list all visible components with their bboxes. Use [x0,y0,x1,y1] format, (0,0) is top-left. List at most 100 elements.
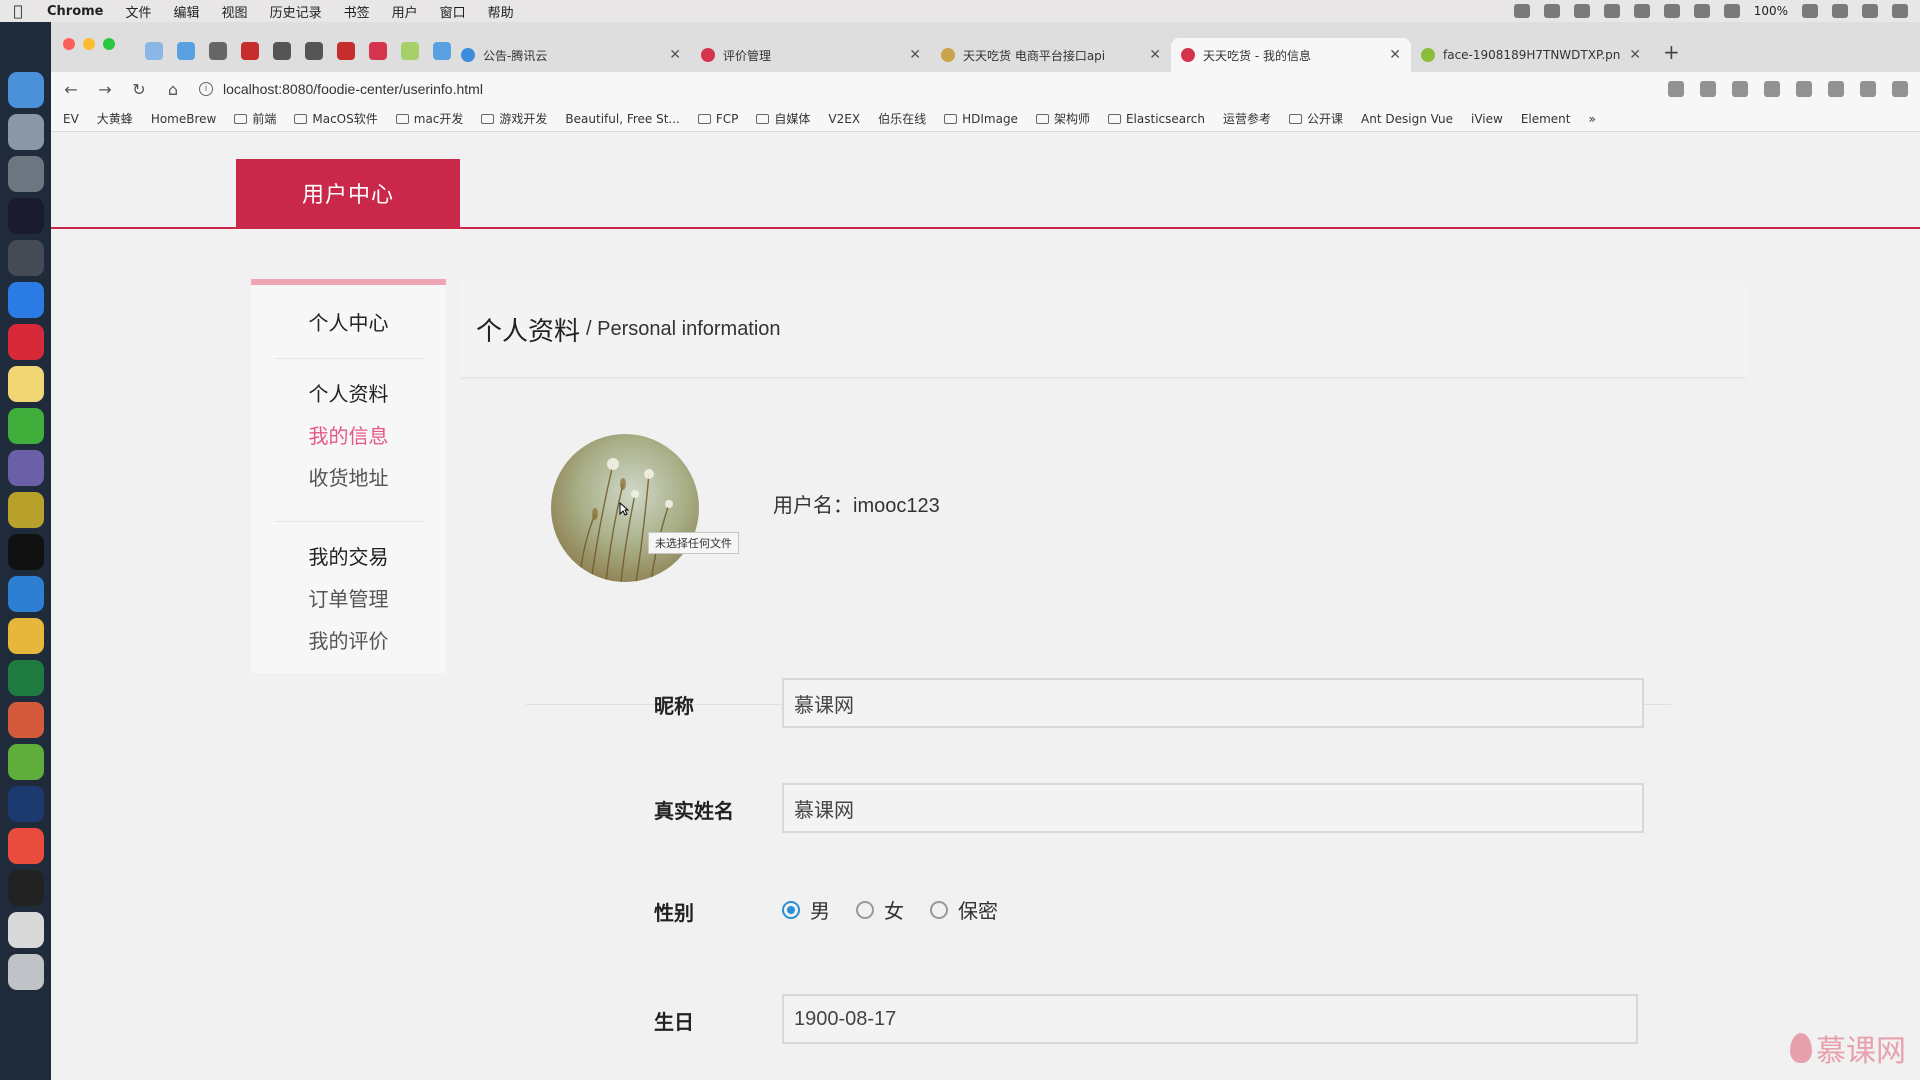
forward-icon[interactable]: → [97,80,113,99]
bookmark-item[interactable]: EV [63,112,79,126]
address-bar[interactable]: i localhost:8080/foodie-center/userinfo.… [199,81,1650,97]
gender-option-male[interactable]: 男 [782,895,830,924]
bookmark-item[interactable]: 运营参考 [1223,110,1271,127]
stickies-icon[interactable] [7,366,44,402]
bookmark-folder[interactable]: 游戏开发 [481,110,547,127]
bookmark-folder[interactable]: 自媒体 [756,110,810,127]
apple-menu-icon[interactable]:  [0,2,36,20]
bookmark-item[interactable]: V2EX [828,112,860,126]
bookmark-item[interactable]: Beautiful, Free St... [565,112,679,126]
menu-bookmarks[interactable]: 书签 [333,2,381,21]
minimize-window-icon[interactable] [83,38,95,50]
user-center-header[interactable]: 用户中心 [236,159,460,227]
status-app-icon[interactable] [1543,4,1560,18]
home-icon[interactable]: ⌂ [165,80,181,99]
bookmark-star-icon[interactable] [1700,81,1716,97]
reload-icon[interactable]: ↻ [131,80,147,99]
menu-people[interactable]: 用户 [381,2,429,21]
pinned-tab-icon[interactable] [401,42,419,60]
back-icon[interactable]: ← [63,80,79,99]
bookmark-item[interactable]: HomeBrew [151,112,217,126]
radio-button[interactable] [930,900,948,919]
gender-option-secret[interactable]: 保密 [930,895,998,924]
extension-icon[interactable] [1732,81,1748,97]
menu-help[interactable]: 帮助 [477,2,525,21]
volume-icon[interactable] [1723,4,1740,18]
tab[interactable]: 公告-腾讯云 ✕ [451,38,691,72]
sidebar-item-my-info[interactable]: 我的信息 [251,415,446,457]
close-window-icon[interactable] [63,38,75,50]
site-info-icon[interactable]: i [199,82,213,96]
radio-button[interactable] [782,900,800,919]
pinned-tab-icon[interactable] [305,42,323,60]
app-store-icon[interactable] [7,282,44,318]
sidebar-item-profile[interactable]: 个人资料 [251,373,446,415]
ultraedit-icon[interactable] [7,492,44,528]
keynote-icon[interactable] [7,828,44,864]
player-app-icon[interactable] [7,786,44,822]
close-tab-icon[interactable]: ✕ [1389,47,1401,63]
radio-button[interactable] [856,900,874,919]
document-icon[interactable] [7,912,44,948]
notification-center-icon[interactable] [1892,4,1908,18]
bookmark-folder[interactable]: 前端 [234,110,276,127]
bookmark-folder[interactable]: MacOS软件 [294,110,378,127]
adblock-icon[interactable] [1828,81,1844,97]
leaf-app-icon[interactable] [7,744,44,780]
bookmark-item[interactable]: 大黄蜂 [97,110,133,127]
bookmark-folder[interactable]: Elasticsearch [1107,112,1205,126]
pinned-tab-icon[interactable] [241,42,259,60]
battery-percent[interactable]: 100% [1754,4,1788,18]
status-app-icon[interactable] [1573,4,1590,18]
menu-icon[interactable] [1892,81,1908,97]
realname-input[interactable]: 慕课网 [782,783,1644,833]
sidebar-item-my-reviews[interactable]: 我的评价 [251,620,446,662]
pinned-tab-icon[interactable] [273,42,291,60]
close-tab-icon[interactable]: ✕ [1629,47,1641,63]
bookmark-item[interactable]: 伯乐在线 [878,110,926,127]
close-tab-icon[interactable]: ✕ [669,47,681,63]
vue-devtools-icon[interactable] [1764,81,1780,97]
zoom-icon[interactable] [1668,81,1684,97]
menu-window[interactable]: 窗口 [429,2,477,21]
pinned-tab-icon[interactable] [209,42,227,60]
menu-view[interactable]: 视图 [211,2,259,21]
pinned-tab-icon[interactable] [145,42,163,60]
nickname-input[interactable]: 慕课网 [782,678,1644,728]
pinned-tab-icon[interactable] [337,42,355,60]
status-app-icon[interactable] [1513,4,1530,18]
notification-icon[interactable] [1633,4,1650,18]
gender-option-female[interactable]: 女 [856,895,904,924]
menu-edit[interactable]: 编辑 [163,2,211,21]
sidebar-item-my-trades[interactable]: 我的交易 [251,536,446,578]
intellij-icon[interactable] [7,198,44,234]
input-method-icon[interactable] [1832,4,1848,18]
tab[interactable]: face-1908189H7TNWDTXP.png ✕ [1411,38,1651,72]
bookmark-item[interactable]: Ant Design Vue [1361,112,1453,126]
wifi-icon[interactable] [1693,4,1710,18]
bookmark-folder[interactable]: 架构师 [1035,110,1090,127]
url-text[interactable]: localhost:8080/foodie-center/userinfo.ht… [223,81,483,97]
battery-icon[interactable] [1802,4,1818,18]
menu-app-name[interactable]: Chrome [36,4,115,19]
chrome-icon[interactable] [7,618,44,654]
profile-icon[interactable] [1860,81,1876,97]
pinned-tab-icon[interactable] [177,42,195,60]
bookmark-folder[interactable]: mac开发 [395,110,463,127]
menu-file[interactable]: 文件 [115,2,163,21]
time-machine-icon[interactable] [1603,4,1620,18]
tab[interactable]: 天天吃货 电商平台接口api ✕ [931,38,1171,72]
menu-history[interactable]: 历史记录 [259,2,333,21]
mail-app-icon[interactable] [7,324,44,360]
bluetooth-icon[interactable] [1663,4,1680,18]
close-tab-icon[interactable]: ✕ [909,47,921,63]
bookmark-folder[interactable]: HDImage [944,112,1018,126]
sidebar-item-address[interactable]: 收货地址 [251,457,446,499]
tab[interactable]: 评价管理 ✕ [691,38,931,72]
trash-icon[interactable] [7,954,44,990]
terminal-icon[interactable] [7,534,44,570]
birthday-input[interactable]: 1900-08-17 [782,994,1638,1044]
tab-active[interactable]: 天天吃货 - 我的信息 ✕ [1171,38,1411,72]
bookmark-folder[interactable]: 公开课 [1289,110,1343,127]
bookmark-folder[interactable]: FCP [697,112,738,126]
